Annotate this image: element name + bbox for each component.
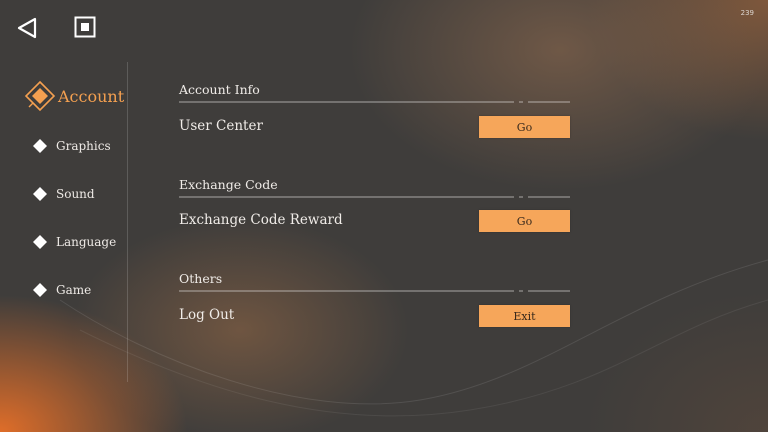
diamond-icon bbox=[24, 274, 56, 306]
sidebar-item-label: Sound bbox=[56, 187, 95, 201]
stop-square-icon[interactable] bbox=[74, 16, 96, 38]
section-title-others: Others bbox=[179, 271, 223, 286]
section-title-exchange-code: Exchange Code bbox=[179, 177, 278, 192]
row-label-log-out: Log Out bbox=[179, 307, 235, 323]
diamond-icon bbox=[24, 130, 56, 162]
log-out-exit-button[interactable]: Exit bbox=[479, 305, 570, 327]
diamond-icon bbox=[24, 226, 56, 258]
sidebar-item-label: Account bbox=[58, 86, 125, 106]
sidebar-divider bbox=[127, 62, 128, 382]
sidebar-item-language[interactable]: Language bbox=[24, 227, 116, 257]
row-label-exchange-code-reward: Exchange Code Reward bbox=[179, 212, 343, 228]
section-divider bbox=[179, 290, 570, 292]
section-divider bbox=[179, 101, 570, 103]
sidebar-item-account[interactable]: Account bbox=[24, 80, 125, 112]
status-counter: 239 bbox=[740, 9, 754, 17]
section-divider bbox=[179, 196, 570, 198]
back-triangle-icon[interactable] bbox=[16, 16, 38, 40]
section-title-account-info: Account Info bbox=[179, 82, 260, 97]
diamond-active-icon bbox=[24, 80, 56, 112]
sidebar-item-game[interactable]: Game bbox=[24, 275, 91, 305]
exchange-code-go-button[interactable]: Go bbox=[479, 210, 570, 232]
sidebar-item-label: Game bbox=[56, 283, 92, 297]
row-label-user-center: User Center bbox=[179, 118, 263, 134]
user-center-go-button[interactable]: Go bbox=[479, 116, 570, 138]
sidebar-item-graphics[interactable]: Graphics bbox=[24, 131, 111, 161]
background-wave-lines bbox=[59, 259, 768, 417]
sidebar-item-label: Graphics bbox=[56, 139, 111, 153]
diamond-icon bbox=[24, 178, 56, 210]
sidebar-item-label: Language bbox=[56, 235, 117, 249]
sidebar-item-sound[interactable]: Sound bbox=[24, 179, 95, 209]
